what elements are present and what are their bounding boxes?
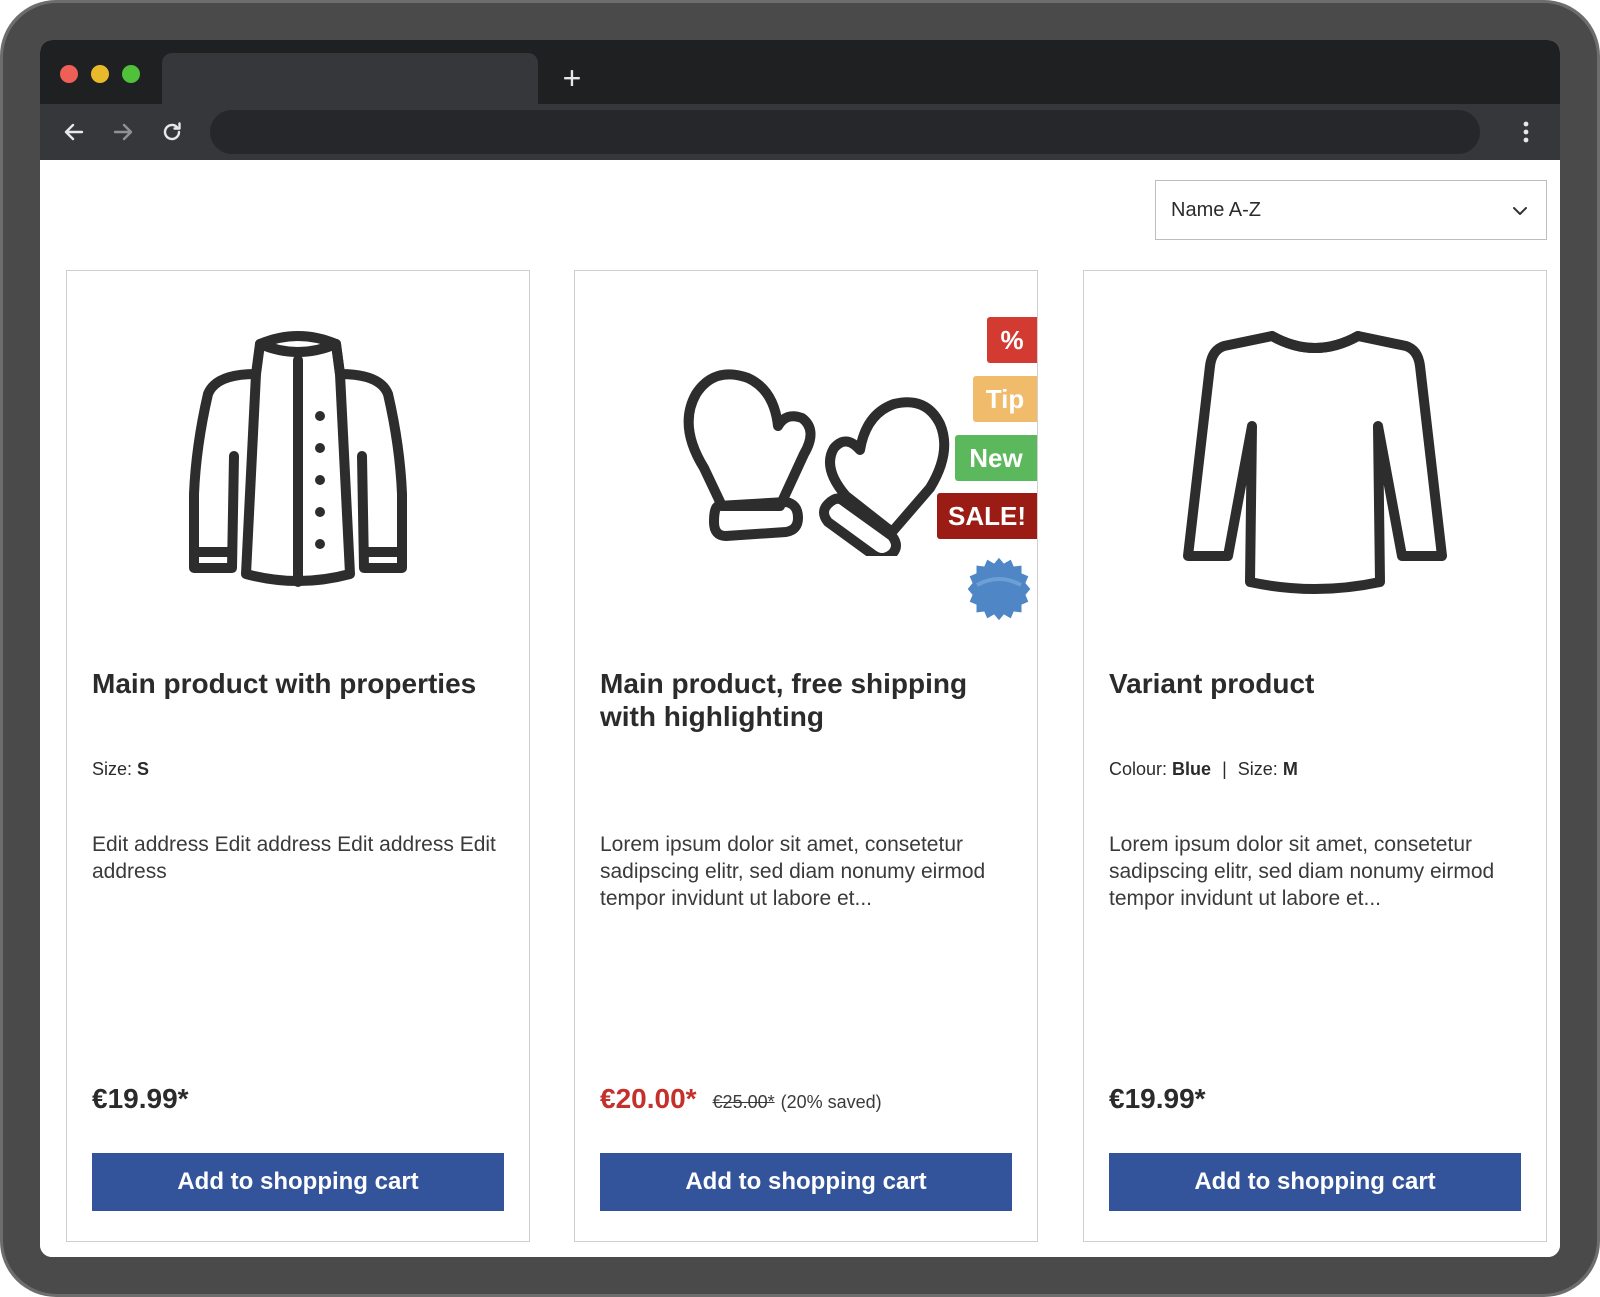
saved-percentage: (20% saved) xyxy=(780,1092,882,1112)
property-value: M xyxy=(1282,759,1298,779)
reload-button[interactable] xyxy=(152,112,192,152)
discount-badge: % xyxy=(987,317,1037,363)
price-row: €20.00* €25.00* (20% saved) xyxy=(600,1083,1020,1123)
new-tab-button[interactable]: + xyxy=(552,58,592,98)
price-row: €19.99* xyxy=(1109,1083,1529,1123)
mittens-icon xyxy=(683,369,950,556)
product-description: Lorem ipsum dolor sit amet, consetetur s… xyxy=(1109,833,1495,910)
chevron-down-icon xyxy=(1513,207,1527,215)
reload-icon xyxy=(163,122,181,141)
address-bar[interactable] xyxy=(210,110,1480,154)
product-image[interactable]: % Tip New SALE! xyxy=(575,271,1037,641)
jacket-icon xyxy=(189,331,407,587)
product-title[interactable]: Variant product xyxy=(1109,667,1519,700)
property-separator: | xyxy=(1222,759,1227,779)
browser-toolbar xyxy=(40,104,1560,160)
product-price: €19.99* xyxy=(92,1083,189,1114)
browser-window: + Name A-Z Main product with properties … xyxy=(40,40,1560,1257)
longsleeve-icon xyxy=(1183,331,1447,594)
minimize-window-button[interactable] xyxy=(91,65,109,83)
product-title[interactable]: Main product, free shipping with highlig… xyxy=(600,667,1010,733)
add-to-cart-button[interactable]: Add to shopping cart xyxy=(92,1153,504,1211)
property-label: Size: xyxy=(1237,759,1278,779)
list-price: €25.00* xyxy=(712,1092,775,1112)
kebab-menu-icon xyxy=(1523,121,1529,143)
product-image[interactable] xyxy=(1084,271,1546,641)
back-button[interactable] xyxy=(54,112,94,152)
add-to-cart-button[interactable]: Add to shopping cart xyxy=(1109,1153,1521,1211)
product-card: Main product with properties Size: S Edi… xyxy=(66,270,530,1242)
sort-select[interactable]: Name A-Z xyxy=(1155,180,1547,240)
product-image[interactable] xyxy=(67,271,529,641)
product-description: Lorem ipsum dolor sit amet, consetetur s… xyxy=(600,833,986,910)
product-properties: Colour: Blue | Size: M xyxy=(1109,759,1529,780)
browser-tab-bar: + xyxy=(40,40,1560,104)
property-value: Blue xyxy=(1172,759,1212,779)
close-window-button[interactable] xyxy=(60,65,78,83)
seal-icon xyxy=(966,556,1032,622)
property-label: Colour: xyxy=(1109,759,1168,779)
browser-tab[interactable] xyxy=(162,53,538,104)
product-properties: Size: S xyxy=(92,759,512,780)
product-description: Edit address Edit address Edit address E… xyxy=(92,833,496,883)
product-price: €19.99* xyxy=(1109,1083,1206,1114)
property-value: S xyxy=(137,759,150,779)
property-label: Size: xyxy=(92,759,133,779)
product-title[interactable]: Main product with properties xyxy=(92,667,502,700)
product-price: €20.00* xyxy=(600,1083,697,1114)
forward-button[interactable] xyxy=(103,112,143,152)
product-card: Variant product Colour: Blue | Size: M L… xyxy=(1083,270,1547,1242)
browser-menu-button[interactable] xyxy=(1506,112,1546,152)
page-content: Name A-Z Main product with properties Si… xyxy=(40,160,1560,1257)
tip-badge: Tip xyxy=(973,376,1037,422)
product-card: % Tip New SALE! Main product, free shipp… xyxy=(574,270,1038,1242)
sort-select-value: Name A-Z xyxy=(1171,198,1262,221)
maximize-window-button[interactable] xyxy=(122,65,140,83)
arrow-right-icon xyxy=(113,123,133,141)
price-row: €19.99* xyxy=(92,1083,512,1123)
device-frame: + Name A-Z Main product with properties … xyxy=(0,0,1600,1297)
new-badge: New xyxy=(955,435,1037,481)
arrow-left-icon xyxy=(64,123,84,141)
add-to-cart-button[interactable]: Add to shopping cart xyxy=(600,1153,1012,1211)
sale-badge: SALE! xyxy=(937,493,1037,539)
